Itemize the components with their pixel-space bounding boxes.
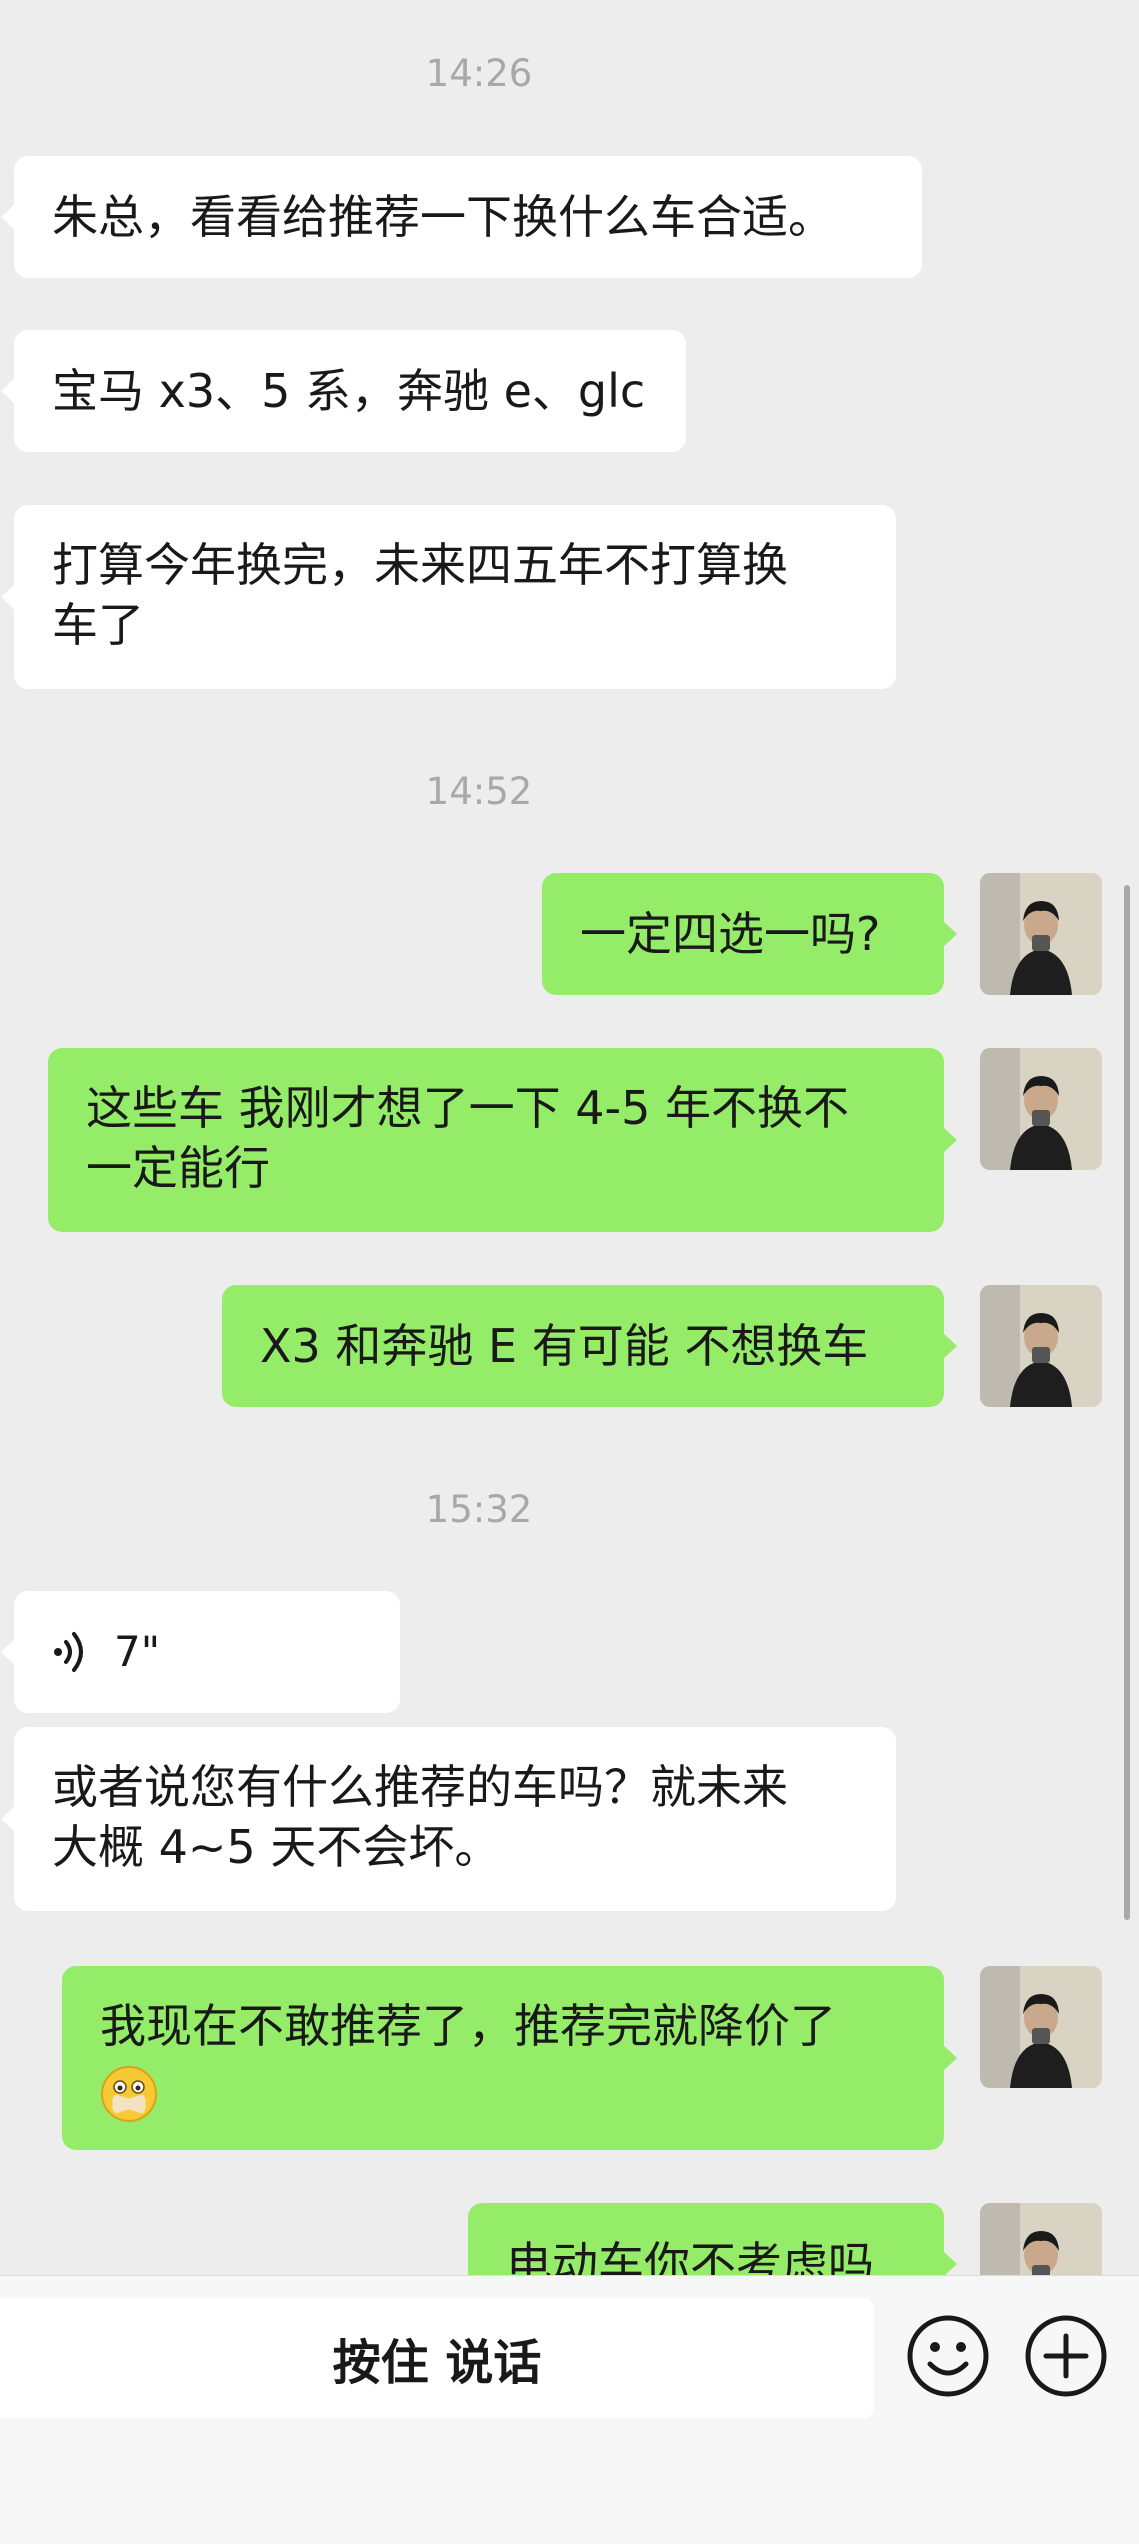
message-outgoing[interactable]: X3 和奔驰 E 有可能 不想换车 <box>222 1285 957 1407</box>
avatar-photo-icon <box>980 2203 1102 2275</box>
smiley-icon[interactable] <box>904 2312 992 2400</box>
message-text: X3 和奔驰 E 有可能 不想换车 <box>260 1319 869 1373</box>
voice-duration: 7" <box>114 1627 161 1676</box>
hold-to-talk-button[interactable]: 按住 说话 <box>0 2298 874 2418</box>
avatar-photo-icon <box>980 1966 1102 2088</box>
message-line: 大概 4~5 天不会坏。 <box>52 1820 501 1874</box>
chat-area[interactable]: 14:26 朱总，看看给推荐一下换什么车合适。 宝马 x3、5 系，奔驰 e、g… <box>0 0 1139 2275</box>
voice-message[interactable]: 7" <box>1 1591 400 1713</box>
avatar-photo-icon <box>980 1048 1102 1170</box>
shut-mouth-emoji <box>101 2065 157 2122</box>
voice-wave-icon <box>54 1632 83 1672</box>
message-line: 车了 <box>52 598 144 652</box>
avatar[interactable] <box>980 1048 1102 1170</box>
plus-circle-icon[interactable] <box>1022 2312 1110 2400</box>
avatar[interactable] <box>980 1285 1102 1407</box>
message-line: 我现在不敢推荐了，推荐完就降价了 <box>100 1999 836 2053</box>
scrollbar[interactable] <box>1124 885 1130 1920</box>
message-incoming[interactable]: 或者说您有什么推荐的车吗？就未来 大概 4~5 天不会坏。 <box>1 1727 896 1911</box>
timestamp: 14:26 <box>425 52 533 95</box>
message-line: 或者说您有什么推荐的车吗？就未来 <box>52 1760 788 1814</box>
message-line: 打算今年换完，未来四五年不打算换 <box>52 538 788 592</box>
message-incoming[interactable]: 朱总，看看给推荐一下换什么车合适。 <box>1 156 922 278</box>
message-text: 这些车 我刚才想了一下 4-5 年不换不 一定能行 <box>86 1078 849 1198</box>
avatar[interactable] <box>980 873 1102 995</box>
avatar-photo-icon <box>980 1285 1102 1407</box>
message-line: 这些车 我刚才想了一下 4-5 年不换不 <box>86 1081 849 1135</box>
message-text: 我现在不敢推荐了，推荐完就降价了 <box>100 1996 836 2123</box>
message-outgoing[interactable]: 电动车你不考虑吗 <box>468 2203 957 2275</box>
message-text: 朱总，看看给推荐一下换什么车合适。 <box>52 190 834 244</box>
message-text: 或者说您有什么推荐的车吗？就未来 大概 4~5 天不会坏。 <box>52 1757 788 1877</box>
message-outgoing[interactable]: 一定四选一吗? <box>542 873 957 995</box>
avatar[interactable] <box>980 1966 1102 2088</box>
message-line: 一定能行 <box>86 1141 270 1195</box>
timestamp: 14:52 <box>425 770 533 813</box>
message-text: 宝马 x3、5 系，奔驰 e、glc <box>52 364 646 418</box>
message-text: 打算今年换完，未来四五年不打算换 车了 <box>52 535 788 655</box>
message-incoming[interactable]: 打算今年换完，未来四五年不打算换 车了 <box>1 505 896 689</box>
message-outgoing[interactable]: 我现在不敢推荐了，推荐完就降价了 <box>62 1966 957 2150</box>
message-text: 电动车你不考虑吗 <box>506 2237 874 2275</box>
timestamp: 15:32 <box>425 1488 533 1531</box>
avatar[interactable] <box>980 2203 1102 2275</box>
message-outgoing[interactable]: 这些车 我刚才想了一下 4-5 年不换不 一定能行 <box>48 1048 957 1232</box>
input-bar: 按住 说话 <box>0 2275 1139 2544</box>
avatar-photo-icon <box>980 873 1102 995</box>
message-text: 一定四选一吗? <box>580 907 881 961</box>
message-incoming[interactable]: 宝马 x3、5 系，奔驰 e、glc <box>1 330 686 452</box>
